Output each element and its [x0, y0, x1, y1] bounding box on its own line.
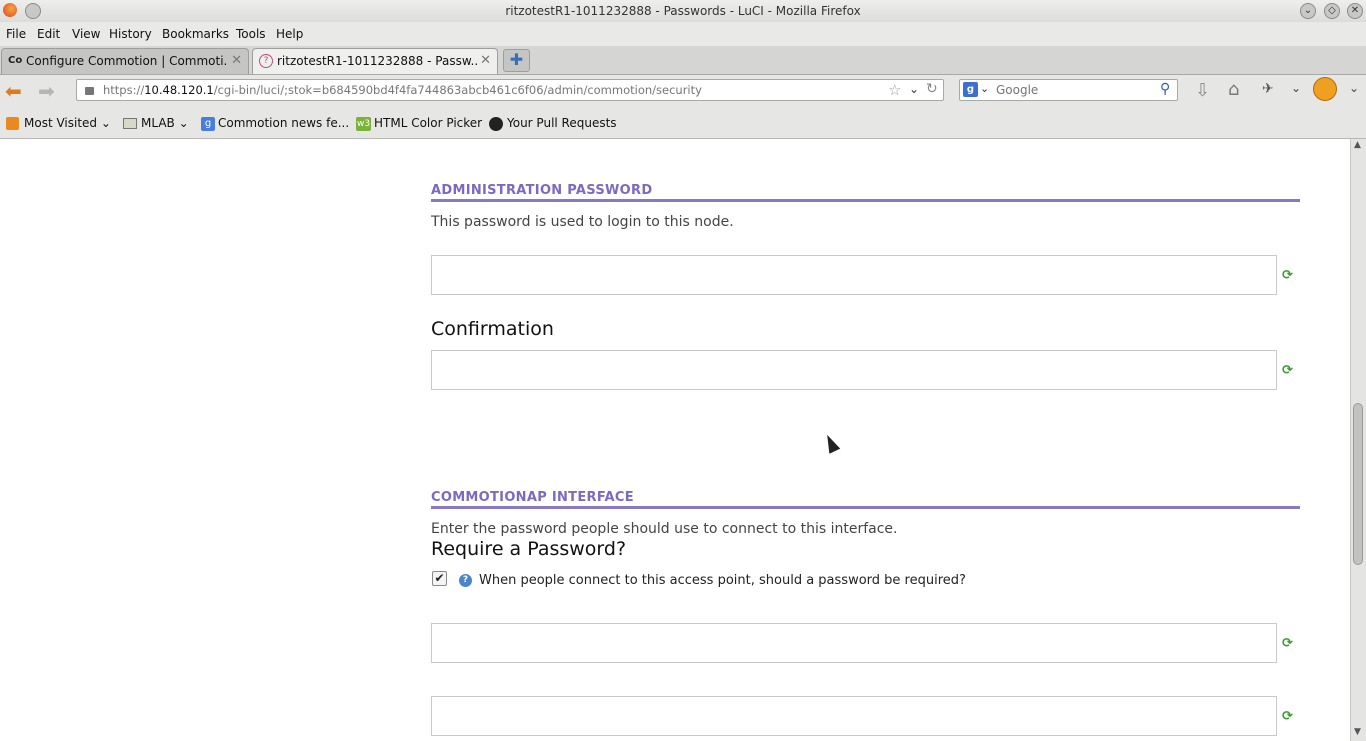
most-visited-icon	[6, 117, 19, 130]
menu-tools[interactable]: Tools	[236, 27, 266, 41]
tab-configure-commotion[interactable]: Co Configure Commotion | Commoti... ✕	[1, 48, 249, 74]
close-tab-icon[interactable]: ✕	[480, 53, 491, 68]
tab-label: ritzotestR1-1011232888 - Passw...	[277, 54, 477, 68]
downloads-icon[interactable]: ⇩	[1195, 80, 1210, 101]
confirmation-field[interactable]	[431, 350, 1277, 390]
ap-password-input[interactable]	[432, 624, 1276, 662]
reload-page-icon[interactable]: ↻	[926, 81, 938, 97]
tab-passwords[interactable]: ? ritzotestR1-1011232888 - Passw... ✕	[252, 48, 498, 74]
bookmarks-toolbar: Most Visited ⌄ MLAB ⌄ g Commotion news f…	[0, 110, 1366, 139]
engine-dropdown-icon[interactable]: ⌄	[980, 82, 989, 95]
commotion-favicon: Co	[8, 55, 23, 66]
section-heading-commotionap-interface: COMMOTIONAP INTERFACE	[431, 490, 1300, 509]
refresh-icon[interactable]: ⟳	[1282, 269, 1296, 283]
ap-password-confirm-field[interactable]	[431, 696, 1277, 736]
bookmark-commotion-news[interactable]: Commotion news fe...	[218, 116, 349, 130]
addon-dropdown-icon[interactable]: ⌄	[1291, 81, 1301, 95]
menu-view[interactable]: View	[72, 27, 100, 41]
bookmark-most-visited[interactable]: Most Visited ⌄	[24, 116, 111, 130]
google-search-engine-icon[interactable]: g	[963, 82, 978, 97]
tab-strip: Co Configure Commotion | Commoti... ✕ ? …	[0, 46, 1366, 75]
maximize-icon[interactable]: ◇	[1324, 3, 1340, 19]
scroll-up-arrow-icon[interactable]: ▲	[1354, 140, 1361, 150]
ap-password-field[interactable]	[431, 623, 1277, 663]
bookmark-html-color-picker[interactable]: HTML Color Picker	[374, 116, 482, 130]
close-window-icon[interactable]: ✕	[1347, 3, 1363, 19]
refresh-icon[interactable]: ⟳	[1282, 364, 1296, 378]
minimize-icon[interactable]: ⌄	[1300, 3, 1316, 19]
url-dropdown-icon[interactable]: ⌄	[909, 82, 919, 96]
refresh-icon[interactable]: ⟳	[1282, 710, 1296, 724]
require-password-checkbox[interactable]: ✔	[432, 571, 447, 586]
menu-bookmarks[interactable]: Bookmarks	[162, 27, 229, 41]
home-icon[interactable]: ⌂	[1228, 79, 1239, 100]
url-text: https://10.48.120.1/cgi-bin/luci/;stok=b…	[103, 83, 702, 97]
refresh-icon[interactable]: ⟳	[1282, 637, 1296, 651]
menu-file[interactable]: File	[6, 27, 26, 41]
google-reader-icon: g	[201, 117, 215, 131]
bookmark-pull-requests[interactable]: Your Pull Requests	[507, 116, 617, 130]
bookmark-mlab-folder[interactable]: MLAB ⌄	[141, 116, 189, 130]
menu-help[interactable]: Help	[276, 27, 303, 41]
search-icon[interactable]: ⚲	[1160, 81, 1170, 97]
confirmation-label: Confirmation	[431, 318, 554, 340]
bookmark-star-icon[interactable]: ☆	[888, 81, 901, 99]
window-title: ritzotestR1-1011232888 - Passwords - LuC…	[505, 4, 861, 18]
lock-icon	[85, 87, 94, 95]
tab-label: Configure Commotion | Commoti...	[26, 54, 226, 68]
folder-icon	[123, 118, 137, 129]
close-tab-icon[interactable]: ✕	[231, 53, 242, 68]
back-icon[interactable]: ⬅	[5, 81, 22, 101]
search-bar[interactable]: g ⌄ ⚲	[959, 79, 1178, 101]
menu-edit[interactable]: Edit	[37, 27, 60, 41]
addon-icon[interactable]: ✈	[1262, 81, 1274, 97]
menu-bar: File Edit View History Bookmarks Tools H…	[0, 22, 1366, 46]
require-password-label: Require a Password?	[431, 538, 627, 560]
ap-password-confirm-input[interactable]	[432, 697, 1276, 735]
search-input[interactable]	[996, 81, 1154, 99]
unknown-favicon-icon: ?	[259, 54, 273, 68]
admin-password-input[interactable]	[432, 256, 1276, 294]
require-password-hint: When people connect to this access point…	[479, 573, 966, 588]
forward-icon[interactable]: ➡	[38, 81, 55, 101]
help-icon[interactable]: ?	[459, 574, 472, 587]
scroll-down-arrow-icon[interactable]: ▼	[1354, 727, 1361, 737]
section-heading-admin-password: ADMINISTRATION PASSWORD	[431, 183, 1300, 202]
ap-interface-description: Enter the password people should use to …	[431, 521, 898, 537]
w3-icon: w3	[356, 117, 371, 131]
admin-password-description: This password is used to login to this n…	[431, 214, 734, 230]
menu-dropdown-icon[interactable]: ⌄	[1349, 81, 1359, 95]
profile-avatar[interactable]	[1313, 77, 1337, 101]
confirmation-input[interactable]	[432, 351, 1276, 389]
admin-password-field[interactable]	[431, 255, 1277, 295]
url-bar[interactable]: https://10.48.120.1/cgi-bin/luci/;stok=b…	[76, 79, 944, 101]
window-titlebar: ritzotestR1-1011232888 - Passwords - LuC…	[0, 0, 1366, 22]
new-tab-button[interactable]: ✚	[503, 49, 530, 72]
github-icon	[489, 117, 503, 131]
scrollbar-thumb[interactable]	[1353, 403, 1363, 565]
menu-history[interactable]: History	[109, 27, 152, 41]
